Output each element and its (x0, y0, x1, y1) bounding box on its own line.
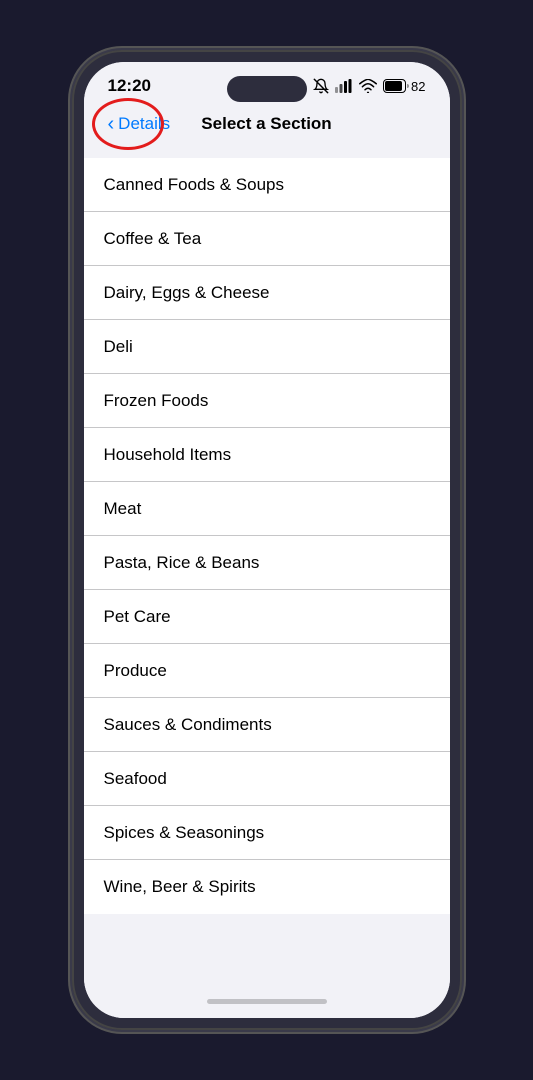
list-item-text: Produce (104, 661, 167, 681)
list-item-text: Frozen Foods (104, 391, 209, 411)
home-bar (207, 999, 327, 1004)
list-item[interactable]: Coffee & Tea (84, 212, 450, 266)
list-item-text: Pet Care (104, 607, 171, 627)
list-item-text: Spices & Seasonings (104, 823, 265, 843)
section-list: Canned Foods & Soups Coffee & Tea Dairy, E… (84, 150, 450, 984)
back-button-container: ‹ Details (100, 110, 179, 138)
list-item[interactable]: Spices & Seasonings (84, 806, 450, 860)
list-item[interactable]: Wine, Beer & Spirits (84, 860, 450, 914)
list-item-text: Wine, Beer & Spirits (104, 877, 256, 897)
back-button[interactable]: ‹ Details (100, 110, 179, 138)
list-item[interactable]: Sauces & Condiments (84, 698, 450, 752)
dynamic-island (227, 76, 307, 102)
battery-percent: 82 (411, 79, 425, 94)
list-item[interactable]: Canned Foods & Soups (84, 158, 450, 212)
status-icons: 82 (313, 78, 425, 94)
list-section: Canned Foods & Soups Coffee & Tea Dairy, E… (84, 158, 450, 914)
phone-screen: 12:20 (84, 62, 450, 1018)
list-item-text: Pasta, Rice & Beans (104, 553, 260, 573)
list-item-text: Coffee & Tea (104, 229, 202, 249)
list-item[interactable]: Pet Care (84, 590, 450, 644)
status-time: 12:20 (108, 76, 151, 96)
back-chevron-icon: ‹ (108, 114, 115, 134)
list-item-text: Canned Foods & Soups (104, 175, 285, 195)
list-item[interactable]: Frozen Foods (84, 374, 450, 428)
list-item[interactable]: Household Items (84, 428, 450, 482)
list-item-text: Dairy, Eggs & Cheese (104, 283, 270, 303)
signal-icon (335, 79, 353, 93)
list-item[interactable]: Dairy, Eggs & Cheese (84, 266, 450, 320)
notification-icon (313, 78, 329, 94)
list-item-text: Sauces & Condiments (104, 715, 272, 735)
list-item[interactable]: Produce (84, 644, 450, 698)
battery-icon: 82 (383, 79, 425, 94)
list-item[interactable]: Pasta, Rice & Beans (84, 536, 450, 590)
back-button-label: Details (118, 114, 170, 134)
wifi-icon (359, 79, 377, 93)
list-item-text: Meat (104, 499, 142, 519)
list-item[interactable]: Meat (84, 482, 450, 536)
list-item-text: Seafood (104, 769, 167, 789)
nav-title: Select a Section (201, 114, 331, 134)
list-item[interactable]: Seafood (84, 752, 450, 806)
list-item[interactable]: Deli (84, 320, 450, 374)
list-item-text: Deli (104, 337, 133, 357)
phone-frame: 12:20 (72, 50, 462, 1030)
home-indicator (84, 984, 450, 1018)
list-item-text: Household Items (104, 445, 232, 465)
nav-bar: ‹ Details Select a Section (84, 102, 450, 150)
